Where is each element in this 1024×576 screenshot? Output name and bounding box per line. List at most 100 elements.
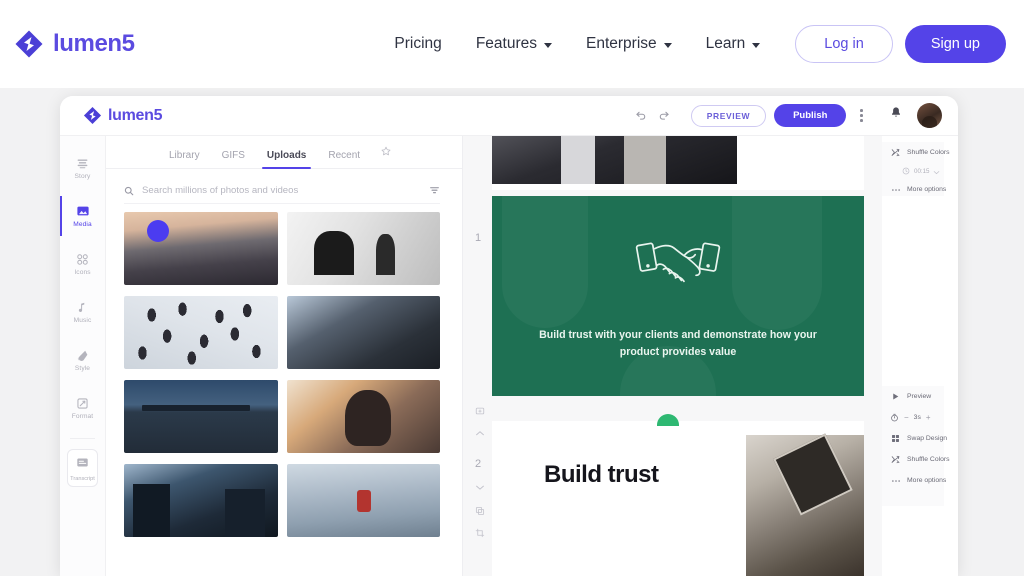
swap-design-option[interactable]: Swap Design <box>882 428 958 449</box>
chevron-down-icon[interactable] <box>933 162 940 180</box>
options-top-group: Shuffle Colors 00:15 More options <box>882 142 958 200</box>
media-thumbnail[interactable] <box>286 380 440 453</box>
timer-decrease-button[interactable]: − <box>904 413 909 422</box>
nav-item-features[interactable]: Features <box>459 29 569 59</box>
search-input[interactable] <box>142 185 421 196</box>
sidebar-item-music[interactable]: Music <box>60 288 105 336</box>
selection-indicator <box>147 220 169 242</box>
decorative-blob <box>732 196 822 330</box>
style-paint-icon <box>76 349 89 362</box>
app-brand-label: lumen5 <box>108 106 163 124</box>
more-options-label: More options <box>907 186 947 193</box>
media-thumbnail[interactable] <box>124 464 278 537</box>
icons-grid-icon <box>76 253 89 266</box>
media-search-row <box>124 178 440 204</box>
tab-uploads[interactable]: Uploads <box>256 150 317 169</box>
crop-icon[interactable] <box>475 528 485 538</box>
preview-button[interactable]: PREVIEW <box>690 104 767 127</box>
site-brand[interactable]: lumen5 <box>14 29 135 59</box>
sidebar-item-format[interactable]: Format <box>60 384 105 432</box>
chevron-up-icon[interactable] <box>475 430 485 437</box>
publish-button[interactable]: Publish <box>774 104 847 127</box>
app-toolbar: lumen5 PREVIEW Publish <box>60 96 958 136</box>
nav-item-pricing[interactable]: Pricing <box>377 29 458 59</box>
tab-gifs[interactable]: GIFS <box>211 150 256 168</box>
shuffle-colors-option-main[interactable]: Shuffle Colors <box>882 449 958 470</box>
search-icon <box>124 186 134 196</box>
sidebar-item-music-label: Music <box>73 316 92 324</box>
site-header: lumen5 Pricing Features Enterprise Learn… <box>0 0 1024 88</box>
sidebar-item-icons[interactable]: Icons <box>60 240 105 288</box>
chevron-down-icon <box>543 42 552 48</box>
scene-image <box>746 435 864 576</box>
nav-item-enterprise[interactable]: Enterprise <box>569 29 689 59</box>
filter-funnel-icon[interactable] <box>429 185 440 196</box>
sidebar-item-story[interactable]: Story <box>60 144 105 192</box>
media-thumbnail[interactable] <box>124 380 278 453</box>
preview-option[interactable]: Preview <box>882 386 958 407</box>
user-avatar[interactable] <box>917 103 942 128</box>
scene-timer-stepper[interactable]: − 3s + <box>882 407 958 428</box>
redo-arrow-icon[interactable] <box>653 104 677 128</box>
stopwatch-icon <box>890 409 899 427</box>
shuffle-colors-label-main: Shuffle Colors <box>907 456 950 463</box>
add-scene-icon[interactable] <box>475 406 485 416</box>
media-thumbnail[interactable] <box>124 296 278 369</box>
more-options-main[interactable]: More options <box>882 470 958 491</box>
sidebar-item-style[interactable]: Style <box>60 336 105 384</box>
sidebar-item-transcript[interactable]: Transcript <box>67 449 98 487</box>
timer-value: 3s <box>913 414 921 421</box>
media-thumbnail[interactable] <box>286 464 440 537</box>
media-thumbnail[interactable] <box>286 212 440 285</box>
tab-recent[interactable]: Recent <box>317 150 371 168</box>
scene-card-top[interactable]: video at scale <box>492 136 864 190</box>
media-thumbnail[interactable] <box>124 212 278 285</box>
scene-card-bottom[interactable]: Build trust <box>492 421 864 576</box>
scene-card-green[interactable]: Build trust with your clients and demons… <box>492 196 864 396</box>
kebab-menu-icon[interactable] <box>860 109 863 122</box>
media-library-panel: Library GIFS Uploads Recent <box>106 136 463 576</box>
scene-image <box>492 136 737 184</box>
site-nav-links: Pricing Features Enterprise Learn Log in… <box>377 25 1006 63</box>
shuffle-colors-option[interactable]: Shuffle Colors <box>882 142 958 163</box>
media-image-icon <box>76 204 90 218</box>
transcript-icon <box>76 455 89 473</box>
nav-item-learn[interactable]: Learn <box>689 29 778 59</box>
scene-title: Build trust <box>544 461 659 488</box>
signup-button[interactable]: Sign up <box>904 25 1006 63</box>
more-dots-icon <box>890 188 901 192</box>
scene-number: 2 <box>475 458 482 470</box>
timer-increase-button[interactable]: + <box>926 413 931 422</box>
lumen5-diamond-logo-icon <box>83 106 102 125</box>
star-favorite-icon[interactable] <box>371 143 399 168</box>
media-tabs: Library GIFS Uploads Recent <box>106 136 462 169</box>
tab-library[interactable]: Library <box>158 150 211 168</box>
sidebar-item-style-label: Style <box>74 364 91 372</box>
decorative-blob <box>502 196 588 328</box>
app-brand[interactable]: lumen5 <box>83 106 163 125</box>
more-options-top[interactable]: More options <box>882 179 958 200</box>
sidebar-item-transcript-label: Transcript <box>70 475 95 482</box>
swap-design-label: Swap Design <box>907 435 948 442</box>
shuffle-colors-label: Shuffle Colors <box>907 149 950 156</box>
login-button[interactable]: Log in <box>795 25 893 63</box>
more-dots-icon <box>890 479 901 483</box>
nav-item-pricing-label: Pricing <box>394 35 442 52</box>
notification-bell-icon[interactable] <box>889 106 903 125</box>
undo-arrow-icon[interactable] <box>629 104 653 128</box>
scene-duration-row[interactable]: 00:15 <box>882 163 958 179</box>
duplicate-icon[interactable] <box>475 506 485 516</box>
sidebar-item-media[interactable]: Media <box>60 192 105 240</box>
handshake-icon <box>635 234 721 301</box>
insert-scene-indicator[interactable] <box>657 414 679 426</box>
media-thumbnail[interactable] <box>286 296 440 369</box>
storyboard-canvas: 1 2 Build trust with your clients and de… <box>463 136 882 576</box>
nav-item-enterprise-label: Enterprise <box>585 35 657 52</box>
chevron-down-icon[interactable] <box>475 484 485 491</box>
scene-text: Build trust with your clients and demons… <box>539 329 817 358</box>
nav-item-features-label: Features <box>475 35 537 52</box>
shuffle-colors-icon <box>890 148 901 157</box>
rail-divider <box>70 438 95 439</box>
format-crop-icon <box>76 397 89 410</box>
more-options-main-label: More options <box>907 477 947 484</box>
